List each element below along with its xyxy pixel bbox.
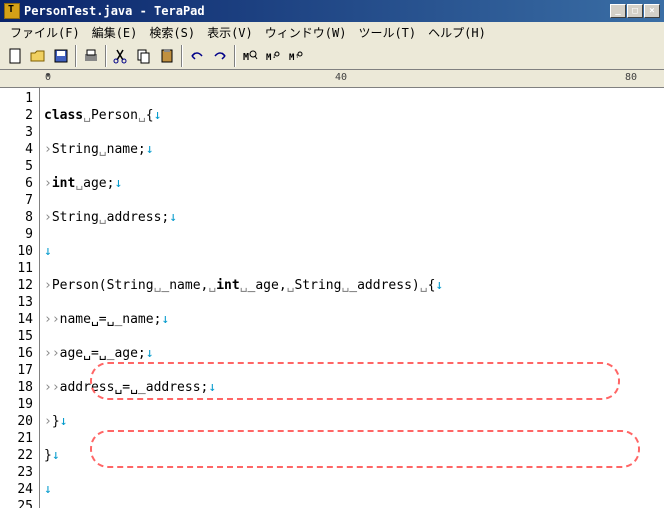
- title-bar: PersonTest.java - TeraPad _ □ ×: [0, 0, 664, 22]
- window-title: PersonTest.java - TeraPad: [24, 4, 205, 18]
- line-number: 25: [0, 498, 33, 508]
- line-number: 17: [0, 362, 33, 379]
- app-icon: [4, 3, 20, 19]
- menu-window[interactable]: ウィンドウ(W): [259, 22, 353, 43]
- find-icon[interactable]: M: [239, 45, 261, 67]
- toolbar: M M↓ M↑: [0, 42, 664, 70]
- undo-icon[interactable]: [186, 45, 208, 67]
- copy-icon[interactable]: [133, 45, 155, 67]
- svg-text:M: M: [243, 52, 249, 63]
- paste-icon[interactable]: [156, 45, 178, 67]
- open-file-icon[interactable]: [27, 45, 49, 67]
- line-number: 19: [0, 396, 33, 413]
- line-number: 15: [0, 328, 33, 345]
- line-number: 22: [0, 447, 33, 464]
- redo-icon[interactable]: [209, 45, 231, 67]
- new-file-icon[interactable]: [4, 45, 26, 67]
- line-number: 7: [0, 192, 33, 209]
- ruler-tick: 40: [335, 72, 347, 83]
- line-number: 10: [0, 243, 33, 260]
- menu-search[interactable]: 検索(S): [143, 22, 201, 43]
- menu-tool[interactable]: ツール(T): [352, 22, 422, 43]
- ruler: ▾ 0 40 80: [0, 70, 664, 88]
- cut-icon[interactable]: [110, 45, 132, 67]
- line-number: 4: [0, 141, 33, 158]
- maximize-button[interactable]: □: [627, 4, 643, 18]
- line-number: 8: [0, 209, 33, 226]
- code-content[interactable]: class␣Person␣{↓ ›String␣name;↓ ›int␣age;…: [40, 88, 664, 508]
- save-icon[interactable]: [50, 45, 72, 67]
- line-number: 9: [0, 226, 33, 243]
- find-prev-icon[interactable]: M↑: [285, 45, 307, 67]
- line-number: 16: [0, 345, 33, 362]
- line-number: 11: [0, 260, 33, 277]
- line-number: 21: [0, 430, 33, 447]
- line-number: 23: [0, 464, 33, 481]
- editor-area[interactable]: 1 2 3 4 5 6 7 8 9 10 11 12 13 14 15 16 1…: [0, 88, 664, 508]
- menu-help[interactable]: ヘルプ(H): [422, 22, 492, 43]
- line-gutter: 1 2 3 4 5 6 7 8 9 10 11 12 13 14 15 16 1…: [0, 88, 40, 508]
- menu-view[interactable]: 表示(V): [201, 22, 259, 43]
- line-number: 1: [0, 90, 33, 107]
- line-number: 13: [0, 294, 33, 311]
- line-number: 24: [0, 481, 33, 498]
- line-number: 14: [0, 311, 33, 328]
- line-number: 12: [0, 277, 33, 294]
- line-number: 3: [0, 124, 33, 141]
- menu-file[interactable]: ファイル(F): [4, 22, 86, 43]
- ruler-tick: 0: [45, 72, 51, 83]
- menu-bar: ファイル(F) 編集(E) 検索(S) 表示(V) ウィンドウ(W) ツール(T…: [0, 22, 664, 42]
- close-button[interactable]: ×: [644, 4, 660, 18]
- print-icon[interactable]: [80, 45, 102, 67]
- menu-edit[interactable]: 編集(E): [86, 22, 144, 43]
- window-buttons: _ □ ×: [610, 4, 660, 18]
- line-number: 20: [0, 413, 33, 430]
- find-next-icon[interactable]: M↓: [262, 45, 284, 67]
- ruler-tick: 80: [625, 72, 637, 83]
- line-number: 5: [0, 158, 33, 175]
- line-number: 6: [0, 175, 33, 192]
- line-number: 2: [0, 107, 33, 124]
- line-number: 18: [0, 379, 33, 396]
- minimize-button[interactable]: _: [610, 4, 626, 18]
